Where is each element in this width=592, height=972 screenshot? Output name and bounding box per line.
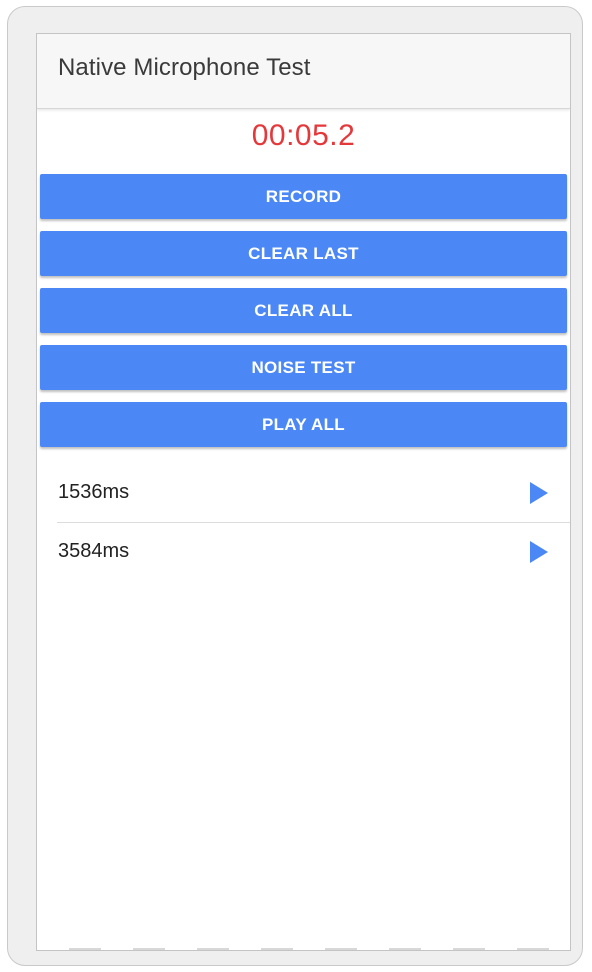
play-icon[interactable] <box>530 482 548 504</box>
page-title: Native Microphone Test <box>58 54 311 81</box>
elapsed-timer: 00:05.2 <box>251 119 356 152</box>
device-frame: Native Microphone Test 00:05.2 RECORD CL… <box>7 6 583 966</box>
edge-dash <box>453 948 485 950</box>
bottom-edge-dashes <box>69 948 549 950</box>
edge-dash <box>517 948 549 950</box>
play-all-button[interactable]: PLAY ALL <box>40 402 567 447</box>
clear-last-button[interactable]: CLEAR LAST <box>40 231 567 276</box>
recording-list-item: 3584ms <box>57 523 570 581</box>
edge-dash <box>133 948 165 950</box>
toolbar: Native Microphone Test <box>37 34 570 109</box>
record-button[interactable]: RECORD <box>40 174 567 219</box>
edge-dash <box>325 948 357 950</box>
app-screen: Native Microphone Test 00:05.2 RECORD CL… <box>36 33 571 951</box>
recording-duration-label: 3584ms <box>58 540 130 562</box>
noise-test-button[interactable]: NOISE TEST <box>40 345 567 390</box>
recording-duration-label: 1536ms <box>58 481 130 503</box>
clear-all-button[interactable]: CLEAR ALL <box>40 288 567 333</box>
play-icon[interactable] <box>530 541 548 563</box>
edge-dash <box>389 948 421 950</box>
recording-list-item: 1536ms <box>57 464 570 523</box>
edge-dash <box>261 948 293 950</box>
edge-dash <box>69 948 101 950</box>
edge-dash <box>197 948 229 950</box>
